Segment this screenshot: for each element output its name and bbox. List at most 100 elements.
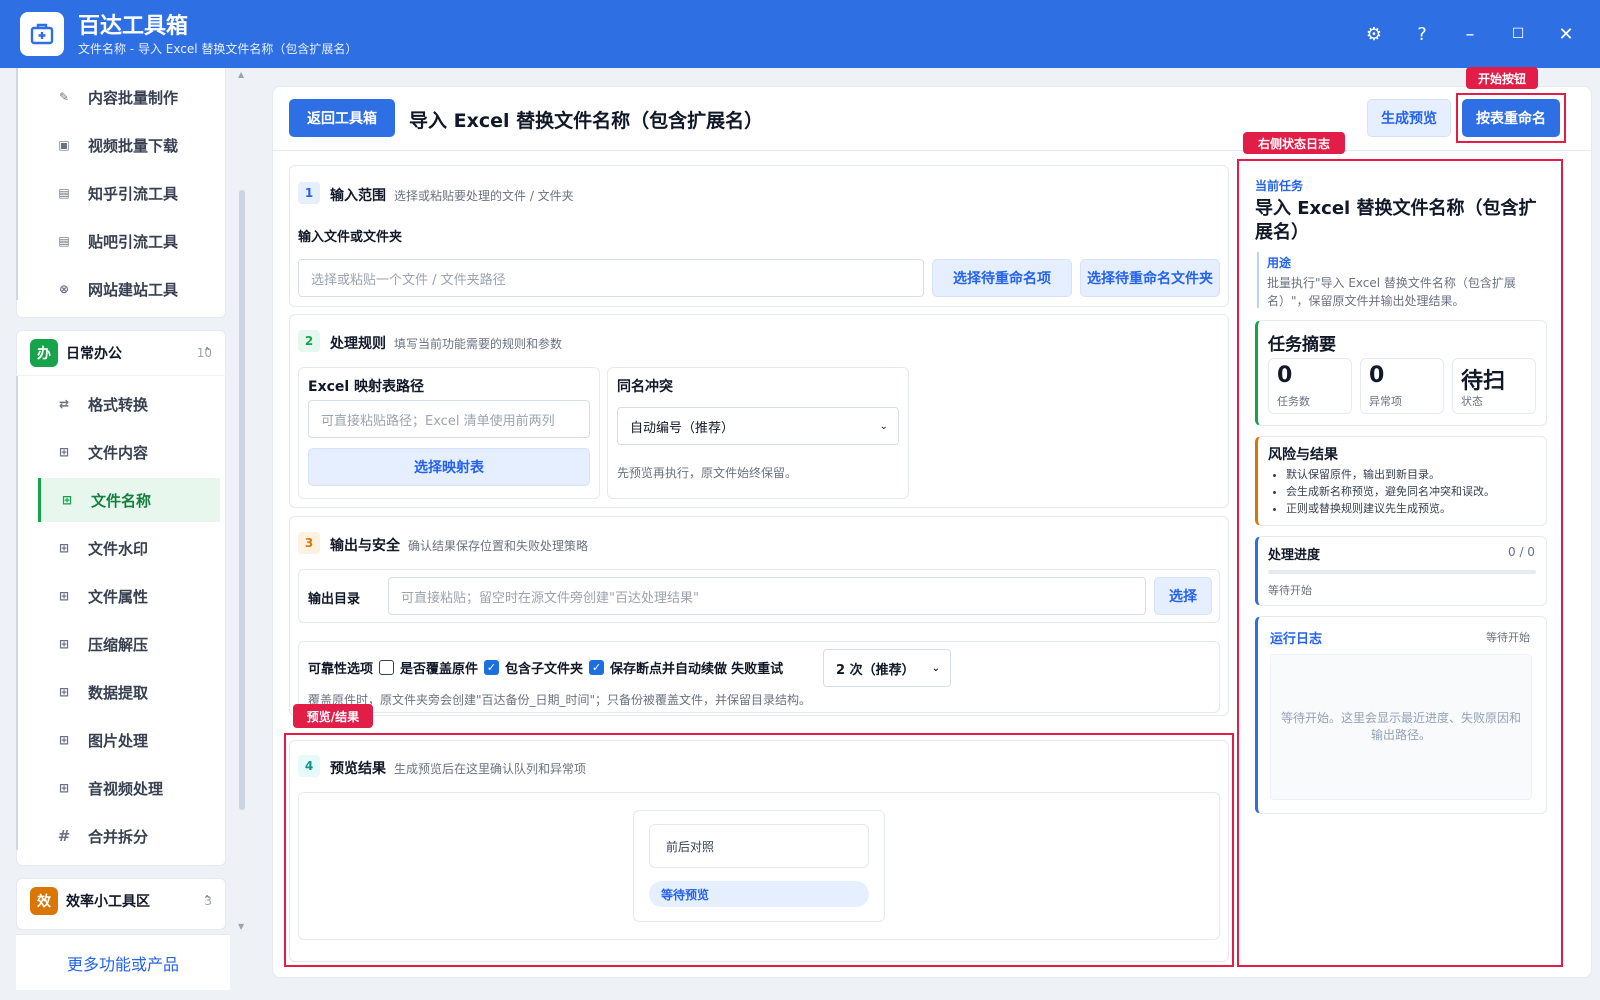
select-items-button[interactable]: 选择待重命名项 [932, 259, 1072, 297]
grid-icon: ⊞ [61, 493, 73, 507]
group-badge: 效 [30, 887, 58, 915]
subfolders-checkbox[interactable]: ✓ [484, 660, 500, 675]
generate-preview-button[interactable]: 生成预览 [1367, 99, 1451, 137]
output-label: 输出目录 [308, 592, 361, 607]
more-products-link[interactable]: 更多功能或产品 [16, 934, 230, 990]
scroll-up-icon[interactable]: ▲ [238, 70, 244, 79]
group-header-tools[interactable]: 效 效率小工具区 3 ˄ [16, 879, 226, 923]
sidebar-item-label: 贴吧引流工具 [88, 232, 179, 251]
minimize-icon[interactable]: – [1456, 20, 1484, 48]
sidebar-item-label: 文件属性 [88, 587, 149, 606]
group-label: 效率小工具区 [66, 894, 150, 910]
sidebar-item-label: 图片处理 [88, 731, 149, 750]
chevron-up-icon[interactable]: ˄ [204, 894, 210, 908]
page-title: 导入 Excel 替换文件名称（包含扩展名） [409, 110, 764, 132]
sidebar-item-label: 内容批量制作 [88, 88, 179, 107]
section-title: 处理规则 [330, 336, 386, 352]
sidebar-item-label: 视频批量下载 [88, 136, 179, 155]
sidebar-item-website[interactable]: ⊗ 网站建站工具 [38, 267, 220, 311]
step-number: 1 [298, 182, 320, 204]
retry-label: 失败重试 [731, 662, 784, 677]
annotation-log-tag: 右侧状态日志 [1243, 132, 1345, 154]
sidebar-item-compress[interactable]: ⊞ 压缩解压 [38, 622, 220, 666]
annotation-preview-tag: 预览/结果 [293, 704, 373, 728]
sidebar-item-label: 压缩解压 [88, 635, 149, 654]
reliability-label: 可靠性选项 [308, 662, 374, 677]
input-placeholder: 可直接粘贴；留空时在源文件旁创建"百达处理结果" [401, 590, 699, 606]
scroll-down-icon[interactable]: ▼ [238, 922, 244, 931]
sidebar-item-extract[interactable]: ⊞ 数据提取 [38, 670, 220, 714]
input-path-field[interactable]: 选择或粘贴一个文件 / 文件夹路径 [298, 259, 924, 297]
grid-icon: ⊞ [58, 685, 70, 699]
conflict-select[interactable]: 自动编号（推荐） ⌄ [617, 407, 899, 445]
select-map-button[interactable]: 选择映射表 [308, 448, 590, 486]
swap-icon: ⇄ [58, 397, 70, 411]
group-label: 日常办公 [66, 346, 122, 362]
sidebar-item-zhihu[interactable]: ▤ 知乎引流工具 [38, 171, 220, 215]
maximize-icon[interactable]: ☐ [1504, 20, 1532, 48]
group-header-office[interactable]: 办 日常办公 10 ˄ [16, 331, 226, 375]
sidebar-item-label: 数据提取 [88, 683, 149, 702]
sidebar-item-video-download[interactable]: ▣ 视频批量下载 [38, 123, 220, 167]
app-subtitle: 文件名称 - 导入 Excel 替换文件名称（包含扩展名） [78, 42, 358, 56]
section-title: 输入范围 [330, 188, 386, 204]
grid-icon: ⊞ [58, 541, 70, 555]
sidebar-item-label: 合并拆分 [88, 827, 149, 846]
sidebar-item-label: 文件水印 [88, 539, 149, 558]
excel-map-path-field[interactable]: 可直接粘贴路径；Excel 清单使用前两列 [308, 400, 590, 438]
chevron-down-icon: ⌄ [931, 662, 940, 674]
chevron-up-icon[interactable]: ˄ [204, 346, 210, 360]
sidebar-item-format[interactable]: ⇄ 格式转换 [38, 382, 220, 426]
output-dir-field[interactable]: 可直接粘贴；留空时在源文件旁创建"百达处理结果" [388, 577, 1146, 615]
zhihu-icon: ▤ [58, 186, 70, 200]
section-desc: 填写当前功能需要的规则和参数 [394, 337, 563, 351]
field-label: 输入文件或文件夹 [298, 230, 403, 245]
sidebar-item-media[interactable]: ⊞ 音视频处理 [38, 766, 220, 810]
globe-icon: ⊗ [58, 282, 70, 296]
retry-select[interactable]: 2 次（推荐） ⌄ [823, 649, 951, 687]
overwrite-checkbox[interactable] [379, 660, 395, 675]
group-badge: 办 [30, 339, 58, 367]
close-icon[interactable]: ✕ [1552, 20, 1580, 48]
sidebar-item-file-name[interactable]: ⊞ 文件名称 [38, 478, 220, 522]
hash-icon: # [57, 827, 71, 845]
sidebar-item-attributes[interactable]: ⊞ 文件属性 [38, 574, 220, 618]
app-title: 百达工具箱 [78, 14, 189, 39]
section-desc: 确认结果保存位置和失败处理策略 [408, 539, 589, 553]
retry-value: 2 次（推荐） [836, 662, 915, 678]
grid-icon: ⊞ [58, 733, 70, 747]
conflict-hint: 先预览再执行，原文件始终保留。 [617, 466, 798, 480]
excel-map-label: Excel 映射表路径 [308, 379, 425, 395]
input-placeholder: 选择或粘贴一个文件 / 文件夹路径 [311, 272, 506, 288]
title-bar: 百达工具箱 文件名称 - 导入 Excel 替换文件名称（包含扩展名） ⚙ ? … [0, 0, 1600, 68]
sidebar-item-image[interactable]: ⊞ 图片处理 [38, 718, 220, 762]
select-output-button[interactable]: 选择 [1154, 577, 1212, 615]
sidebar-item-watermark[interactable]: ⊞ 文件水印 [38, 526, 220, 570]
select-folder-button[interactable]: 选择待重命名文件夹 [1080, 259, 1220, 297]
sidebar-item-merge-split[interactable]: # 合并拆分 [38, 814, 220, 858]
divider [16, 375, 226, 376]
sidebar-item-file-content[interactable]: ⊞ 文件内容 [38, 430, 220, 474]
chevron-down-icon: ⌄ [879, 420, 888, 432]
section-title: 输出与安全 [330, 538, 400, 554]
overwrite-label: 是否覆盖原件 [400, 662, 479, 677]
back-to-toolbox-button[interactable]: 返回工具箱 [289, 99, 395, 137]
subfolders-label: 包含子文件夹 [505, 662, 584, 677]
sidebar-item-label: 格式转换 [88, 395, 149, 414]
sidebar-item-content-batch[interactable]: ✎ 内容批量制作 [38, 75, 220, 119]
grid-icon: ⊞ [58, 781, 70, 795]
help-icon[interactable]: ? [1408, 20, 1436, 48]
resume-label: 保存断点并自动续做 [610, 662, 728, 677]
video-icon: ▣ [58, 138, 70, 152]
settings-icon[interactable]: ⚙ [1360, 20, 1388, 48]
group-guide-line [16, 68, 18, 300]
section-desc: 选择或粘贴要处理的文件 / 文件夹 [394, 189, 574, 203]
group-guide-line [16, 376, 18, 850]
step-number: 2 [298, 330, 320, 352]
grid-icon: ⊞ [58, 637, 70, 651]
resume-checkbox[interactable]: ✓ [589, 660, 605, 675]
sidebar-scrollbar[interactable] [239, 190, 245, 810]
sidebar-item-tieba[interactable]: ▤ 贴吧引流工具 [38, 219, 220, 263]
grid-icon: ⊞ [58, 445, 70, 459]
annotation-start-box [1456, 93, 1566, 143]
